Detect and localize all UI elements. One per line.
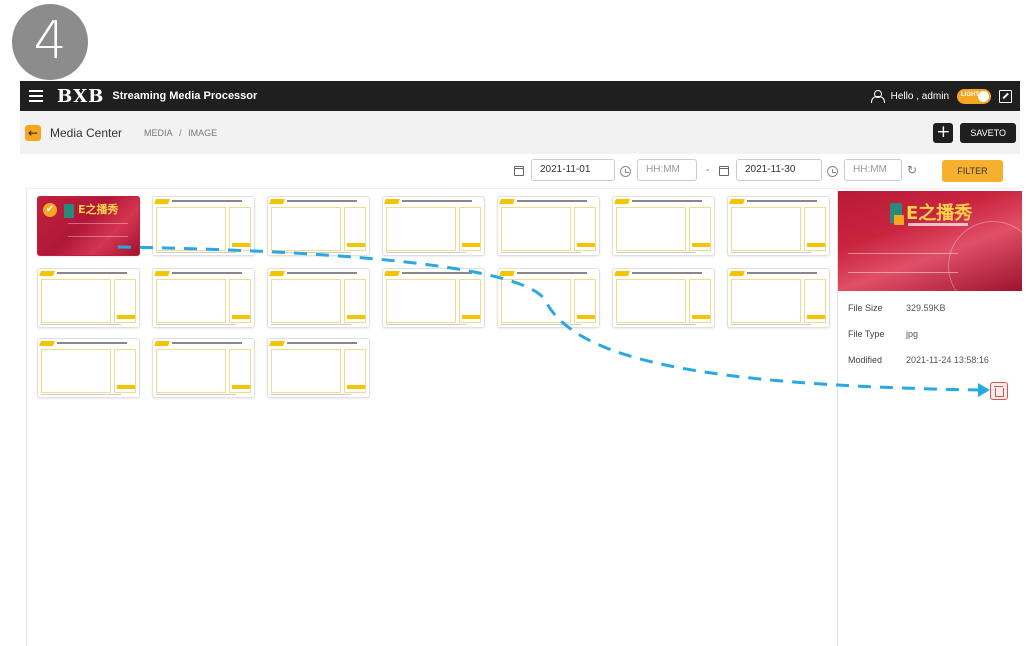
preview-decoration xyxy=(848,253,958,273)
file-type-value: jpg xyxy=(906,329,919,339)
toggle-knob xyxy=(978,90,989,102)
clock-icon[interactable] xyxy=(827,166,838,177)
user-greeting[interactable]: Hello , admin xyxy=(891,91,949,102)
user-icon xyxy=(870,89,885,103)
image-thumbnail[interactable] xyxy=(37,338,140,398)
refresh-icon[interactable]: ↻ xyxy=(907,163,917,177)
add-button[interactable]: + xyxy=(933,122,954,143)
theme-toggle[interactable]: LIGHT xyxy=(957,88,991,104)
image-thumbnail[interactable] xyxy=(612,268,715,328)
end-time-input[interactable]: HH:MM xyxy=(844,159,902,181)
selected-check-icon: ✔ xyxy=(43,203,57,217)
page-toolbar: ← Media Center MEDIA / IMAGE + SAVETO xyxy=(20,111,1020,154)
image-thumbnail[interactable] xyxy=(152,196,255,256)
image-thumbnail[interactable] xyxy=(497,268,600,328)
file-size-label: File Size xyxy=(848,303,883,313)
details-panel: E之播秀 File Size 329.59KB File Type jpg Mo… xyxy=(837,189,1022,646)
brand-logo: BXB xyxy=(57,85,105,107)
file-size-row: File Size 329.59KB xyxy=(848,303,946,313)
top-bar: BXB Streaming Media Processor Hello , ad… xyxy=(20,81,1020,111)
image-thumbnail[interactable] xyxy=(152,268,255,328)
preview-subtitle-line xyxy=(908,223,968,226)
file-type-label: File Type xyxy=(848,329,885,339)
date-range-separator: - xyxy=(706,165,710,176)
preview-logo-mark xyxy=(894,215,904,225)
file-type-row: File Type jpg xyxy=(848,329,918,339)
breadcrumb: MEDIA / IMAGE xyxy=(144,128,221,138)
page-title: Media Center xyxy=(50,125,123,140)
modified-row: Modified 2021-11-24 13:58:16 xyxy=(848,355,989,365)
breadcrumb-image: IMAGE xyxy=(188,127,218,138)
filter-bar: 2021-11-01 HH:MM - 2021-11-30 HH:MM ↻ FI… xyxy=(20,154,1020,188)
media-content-area: ✔ E之播秀 E之播秀 File Size 329.59KB File Type… xyxy=(26,188,1022,646)
image-thumbnail[interactable] xyxy=(152,338,255,398)
end-date-input[interactable]: 2021-11-30 xyxy=(736,159,822,181)
thumbnail-title: E之播秀 xyxy=(78,203,119,216)
image-thumbnail[interactable] xyxy=(267,338,370,398)
file-size-value: 329.59KB xyxy=(906,303,946,313)
image-thumbnail[interactable] xyxy=(497,196,600,256)
image-thumbnail[interactable] xyxy=(267,196,370,256)
clock-icon[interactable] xyxy=(620,166,631,177)
image-thumbnail[interactable] xyxy=(612,196,715,256)
app-title: Streaming Media Processor xyxy=(112,90,258,102)
saveto-button[interactable]: SAVETO xyxy=(960,122,1016,143)
menu-icon[interactable] xyxy=(29,90,43,102)
back-button[interactable]: ← xyxy=(25,124,41,141)
step-number-badge: 4 xyxy=(12,4,88,80)
fullscreen-icon[interactable] xyxy=(999,89,1012,103)
preview-title: E之播秀 xyxy=(906,203,973,224)
preview-decoration xyxy=(948,221,1022,291)
start-date-input[interactable]: 2021-11-01 xyxy=(531,159,615,181)
image-thumbnail-selected[interactable]: ✔ E之播秀 xyxy=(37,196,140,256)
image-preview: E之播秀 xyxy=(838,191,1022,291)
modified-value: 2021-11-24 13:58:16 xyxy=(906,355,989,365)
calendar-icon[interactable] xyxy=(719,166,729,176)
image-thumbnail[interactable] xyxy=(267,268,370,328)
start-time-input[interactable]: HH:MM xyxy=(637,159,697,181)
image-thumbnail[interactable] xyxy=(727,196,830,256)
breadcrumb-separator: / xyxy=(179,127,182,138)
modified-label: Modified xyxy=(848,355,883,365)
image-thumbnail[interactable] xyxy=(382,196,485,256)
image-thumbnail[interactable] xyxy=(37,268,140,328)
calendar-icon[interactable] xyxy=(514,166,524,176)
image-thumbnail[interactable] xyxy=(382,268,485,328)
thumbnail-decoration xyxy=(68,223,128,237)
delete-button[interactable] xyxy=(990,382,1008,400)
breadcrumb-media[interactable]: MEDIA xyxy=(144,128,173,138)
theme-toggle-label: LIGHT xyxy=(961,91,979,98)
thumbnail-logo-mark xyxy=(64,204,74,218)
filter-button[interactable]: FILTER xyxy=(942,160,1003,182)
image-thumbnail[interactable] xyxy=(727,268,830,328)
